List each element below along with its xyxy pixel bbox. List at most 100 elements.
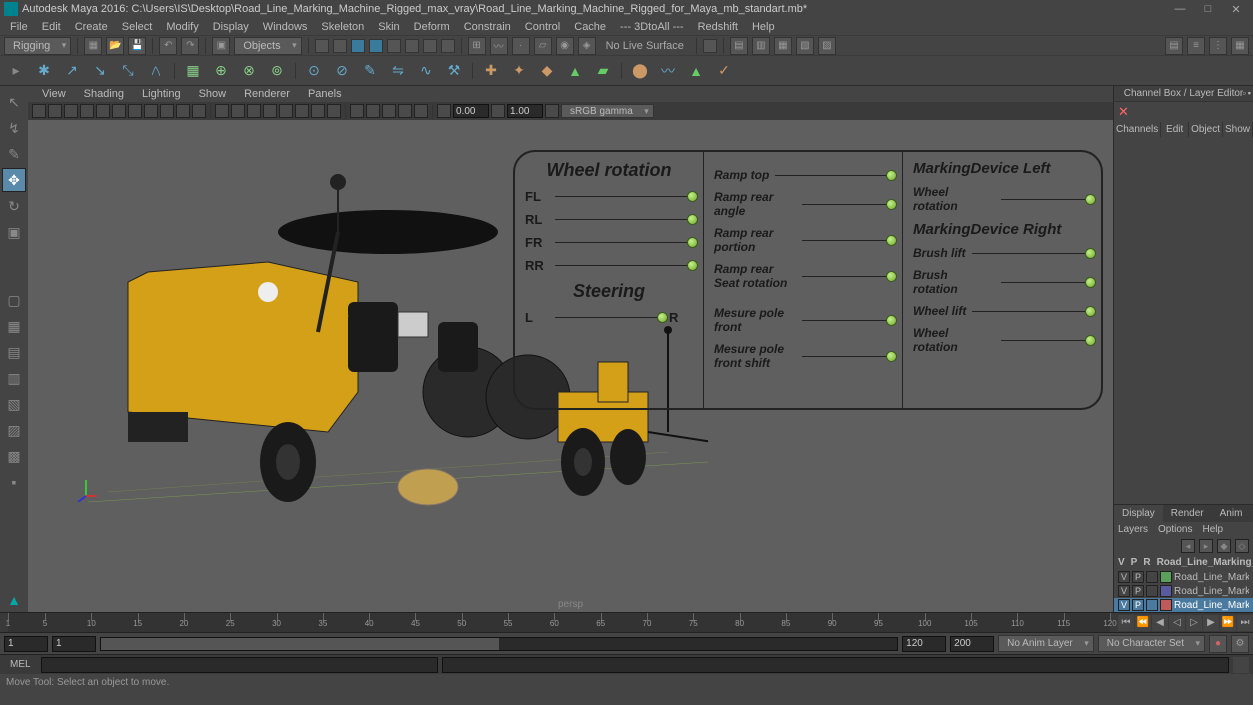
lasso-tool-icon[interactable]: ↯ <box>2 116 26 140</box>
channel-close-icon[interactable]: ✕ <box>1114 102 1253 122</box>
anim-end-field[interactable] <box>950 636 994 652</box>
layer-ref-toggle[interactable] <box>1146 585 1158 597</box>
layer-color-swatch[interactable] <box>1160 571 1172 583</box>
slider-rampseat[interactable] <box>802 276 892 277</box>
shelf-constraint-scale-icon[interactable]: ▲ <box>563 59 587 83</box>
layer-new-empty-icon[interactable]: ◆ <box>1217 539 1231 553</box>
play-end-field[interactable] <box>902 636 946 652</box>
shelf-ikspline-icon[interactable]: ↘ <box>88 59 112 83</box>
step-fwd-icon[interactable]: ▶ <box>1203 615 1219 631</box>
vt-ao-icon[interactable] <box>366 104 380 118</box>
character-set-dropdown[interactable]: No Character Set <box>1098 635 1205 652</box>
move-tool-icon[interactable]: ✥ <box>2 168 26 192</box>
play-start-field[interactable] <box>52 636 96 652</box>
render-frame-icon[interactable]: ▤ <box>730 37 748 55</box>
slider-steering[interactable] <box>555 317 663 318</box>
paint-select-tool-icon[interactable]: ✎ <box>2 142 26 166</box>
colorspace-dropdown[interactable]: sRGB gamma <box>561 104 654 118</box>
snap-point-icon[interactable]: · <box>512 37 530 55</box>
maximize-button[interactable]: □ <box>1195 1 1221 17</box>
menu-select[interactable]: Select <box>116 19 159 35</box>
render-seq-icon[interactable]: ▨ <box>818 37 836 55</box>
script-editor-icon[interactable] <box>1233 657 1249 673</box>
shelf-lattice-icon[interactable]: ▦ <box>181 59 205 83</box>
vt-motion-blur-icon[interactable] <box>382 104 396 118</box>
slider-rampangle[interactable] <box>802 204 892 205</box>
snap-live-icon[interactable]: ◉ <box>556 37 574 55</box>
menu-cache[interactable]: Cache <box>568 19 612 35</box>
shelf-mirror-icon[interactable]: ⇋ <box>386 59 410 83</box>
vt-multisample-icon[interactable] <box>398 104 412 118</box>
layer-row[interactable]: VPRoad_Line_Marking_M <box>1114 598 1253 612</box>
chtab-edit[interactable]: Edit <box>1161 122 1189 137</box>
viewmenu-panels[interactable]: Panels <box>300 87 350 101</box>
shelf-constraint-aim-icon[interactable]: ▰ <box>591 59 615 83</box>
viewport-3d[interactable]: Wheel rotation FL RL FR RR Steering L R … <box>28 120 1113 612</box>
slider-mr-wheellift[interactable] <box>972 311 1091 312</box>
layertab-display[interactable]: Display <box>1114 505 1163 522</box>
shelf-extra-icon[interactable]: ✓ <box>712 59 736 83</box>
time-slider[interactable]: 1510152025303540455055606570758085909510… <box>0 612 1253 632</box>
anim-start-field[interactable] <box>4 636 48 652</box>
render-region-icon[interactable]: ▧ <box>796 37 814 55</box>
layer-playback-toggle[interactable]: P <box>1132 599 1144 611</box>
prefs-icon[interactable]: ⚙ <box>1231 635 1249 653</box>
mask-curve-icon[interactable] <box>351 39 365 53</box>
slider-rampportion[interactable] <box>802 240 892 241</box>
panel-toggle-attribute-icon[interactable]: ≡ <box>1187 37 1205 55</box>
layout-hyper-icon[interactable]: ▩ <box>2 444 26 468</box>
scale-tool-icon[interactable]: ▣ <box>2 220 26 244</box>
close-button[interactable]: ✕ <box>1223 1 1249 17</box>
ipr-render-icon[interactable]: ▥ <box>752 37 770 55</box>
snap-plane-icon[interactable]: ▱ <box>534 37 552 55</box>
viewmenu-renderer[interactable]: Renderer <box>236 87 298 101</box>
shelf-toggle-icon[interactable]: ▸ <box>4 59 28 83</box>
layer-row[interactable]: VPRoad_Line_Marking_M <box>1114 570 1253 584</box>
slider-ramptop[interactable] <box>775 175 892 176</box>
maya-home-icon[interactable]: ▲ <box>2 588 26 612</box>
vt-gamma-icon[interactable] <box>491 104 505 118</box>
slider-mr-brushrot[interactable] <box>1001 282 1091 283</box>
slider-polefront[interactable] <box>802 320 892 321</box>
sel-mode-hierarchy-icon[interactable]: ▣ <box>212 37 230 55</box>
chtab-object[interactable]: Object <box>1189 122 1223 137</box>
vt-bookmark-icon[interactable] <box>64 104 78 118</box>
mask-dynamic-icon[interactable] <box>405 39 419 53</box>
vt-view-transform-icon[interactable] <box>545 104 559 118</box>
menu-display[interactable]: Display <box>207 19 255 35</box>
time-ruler[interactable]: 1510152025303540455055606570758085909510… <box>8 613 1110 632</box>
vt-film-gate-icon[interactable] <box>128 104 142 118</box>
menu-redshift[interactable]: Redshift <box>692 19 744 35</box>
minimize-button[interactable]: — <box>1167 1 1193 17</box>
rotate-tool-icon[interactable]: ↻ <box>2 194 26 218</box>
vt-xray-icon[interactable] <box>311 104 325 118</box>
step-back-icon[interactable]: ◀ <box>1152 615 1168 631</box>
menu-control[interactable]: Control <box>519 19 566 35</box>
make-live-icon[interactable]: ◈ <box>578 37 596 55</box>
shelf-muscle-icon[interactable]: ▲ <box>684 59 708 83</box>
shelf-constraint-orient-icon[interactable]: ◆ <box>535 59 559 83</box>
layermenu-help[interactable]: Help <box>1202 524 1223 535</box>
viewmenu-shading[interactable]: Shading <box>76 87 132 101</box>
mask-surface-icon[interactable] <box>369 39 383 53</box>
autokey-icon[interactable]: ● <box>1209 635 1227 653</box>
menu-help[interactable]: Help <box>746 19 781 35</box>
slider-mr-wheelrot[interactable] <box>1001 340 1091 341</box>
layertab-anim[interactable]: Anim <box>1212 505 1251 522</box>
shelf-smooth-icon[interactable]: ∿ <box>414 59 438 83</box>
menu-constrain[interactable]: Constrain <box>458 19 517 35</box>
play-fwd-icon[interactable]: ▷ <box>1186 615 1202 631</box>
shelf-bindskin-icon[interactable]: ⊙ <box>302 59 326 83</box>
layer-ref-toggle[interactable] <box>1146 571 1158 583</box>
menu-edit[interactable]: Edit <box>36 19 67 35</box>
layout-outliner-icon[interactable]: ▧ <box>2 392 26 416</box>
workspace-dropdown[interactable]: Rigging <box>4 37 71 55</box>
layer-vis-toggle[interactable]: V <box>1118 599 1130 611</box>
shelf-orient-icon[interactable]: ⤡ <box>116 59 140 83</box>
layer-vis-toggle[interactable]: V <box>1118 585 1130 597</box>
render-settings-icon[interactable]: ▦ <box>774 37 792 55</box>
vt-wireframe-icon[interactable] <box>215 104 229 118</box>
shelf-detachskin-icon[interactable]: ⊘ <box>330 59 354 83</box>
vt-camera-select-icon[interactable] <box>32 104 46 118</box>
vt-safe-action-icon[interactable] <box>192 104 206 118</box>
